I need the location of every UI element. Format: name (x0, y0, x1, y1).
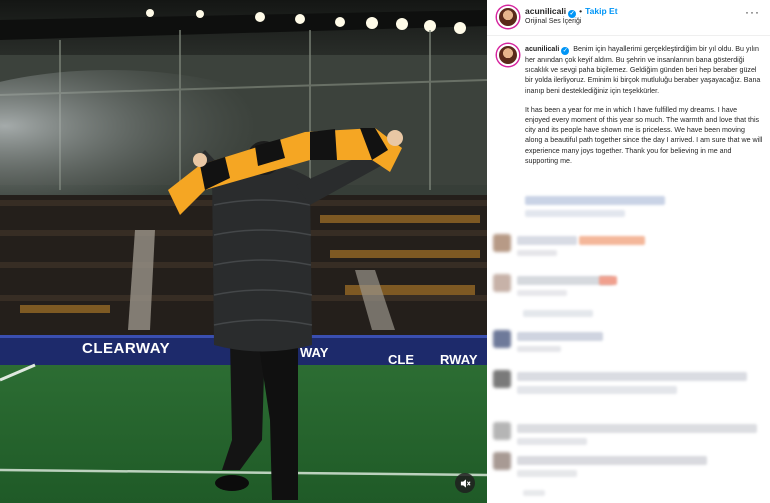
comment-blur (517, 424, 757, 433)
comment-blur (517, 470, 577, 477)
caption-avatar[interactable] (497, 44, 519, 66)
ad-banner-text-3: CLE (388, 352, 414, 367)
post-media[interactable]: CLEARWAY WAY CLE RWAY (0, 0, 487, 503)
ad-banner-text-1: CLEARWAY (82, 340, 171, 357)
comment-avatar[interactable] (493, 452, 511, 470)
caption-turkish: Benim için hayallerimi gerçekleştirdiğim… (525, 45, 761, 95)
comment-blur (579, 236, 645, 245)
comment-blur (517, 236, 577, 245)
verified-badge-icon: ✓ (568, 10, 577, 18)
comment-blur (525, 196, 665, 205)
comment-blur (599, 276, 617, 285)
comment-blur (517, 346, 561, 352)
avatar[interactable] (497, 6, 519, 28)
stadium-photo (0, 0, 487, 503)
comment-avatar[interactable] (493, 274, 511, 292)
speaker-muted-icon (460, 478, 471, 488)
comment-blur (517, 438, 587, 445)
audio-label[interactable]: Orijinal Ses İçeriği (525, 18, 581, 25)
comment-blur (517, 250, 557, 256)
comment-blur (517, 290, 567, 296)
post-side-panel: acunilicali ✓ • Takip Et Orijinal Ses İçeri… (487, 0, 770, 503)
comment-blur (517, 372, 747, 381)
verified-badge-icon: ✓ (561, 47, 570, 55)
caption-text: acunilicali ✓ Benim için hayallerimi gerç… (525, 44, 763, 175)
comment-avatar[interactable] (493, 234, 511, 252)
comment-avatar[interactable] (493, 422, 511, 440)
comment-blur (517, 386, 677, 394)
post-header: acunilicali ✓ • Takip Et Orijinal Ses İçeri… (487, 0, 770, 36)
ad-banner-text-2: WAY (300, 345, 329, 360)
comment-blur (525, 210, 625, 217)
follow-button[interactable]: Takip Et (585, 6, 617, 16)
caption-english: It has been a year for me in which I hav… (525, 105, 763, 165)
comment-blur (523, 310, 593, 317)
comment-avatar[interactable] (493, 370, 511, 388)
caption-username[interactable]: acunilicali (525, 45, 559, 53)
comment-blur (523, 490, 545, 496)
header-user-line: acunilicali ✓ • Takip Et (525, 6, 618, 18)
ad-banner-text-4: RWAY (440, 352, 478, 367)
username-link[interactable]: acunilicali (525, 6, 566, 16)
comment-avatar[interactable] (493, 330, 511, 348)
more-options-icon[interactable]: ··· (745, 6, 760, 18)
separator: • (579, 6, 583, 16)
comment-blur (517, 456, 707, 465)
mute-button[interactable] (455, 473, 475, 493)
comment-blur (517, 332, 603, 341)
